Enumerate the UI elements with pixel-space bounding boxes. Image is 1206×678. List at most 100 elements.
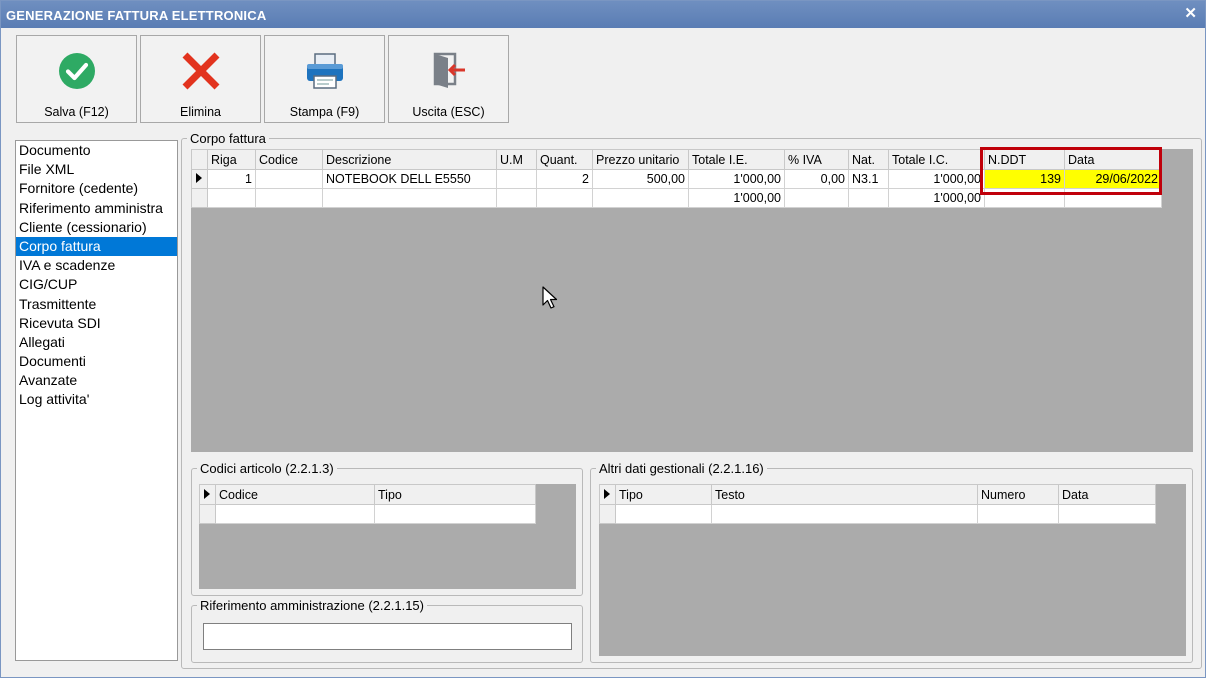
col-codice-articolo[interactable]: Codice [215, 484, 375, 505]
table-row[interactable]: 1 NOTEBOOK DELL E5550 2 500,00 1'000,00 … [191, 169, 1162, 189]
x-icon [182, 52, 219, 90]
col-tipo[interactable]: Tipo [615, 484, 712, 505]
altri-grid[interactable]: Tipo Testo Numero Data [599, 484, 1186, 656]
cell-totale-ic[interactable]: 1'000,00 [888, 169, 985, 189]
col-codice[interactable]: Codice [255, 149, 323, 170]
corpo-grid[interactable]: Riga Codice Descrizione U.M Quant. Prezz… [191, 149, 1193, 452]
col-n-ddt[interactable]: N.DDT [984, 149, 1065, 170]
corpo-header-row: Riga Codice Descrizione U.M Quant. Prezz… [191, 149, 1162, 170]
cell-data-gestionale[interactable] [1058, 504, 1156, 524]
empty-cell [1064, 188, 1162, 208]
col-numero[interactable]: Numero [977, 484, 1059, 505]
table-row[interactable] [199, 504, 536, 524]
altri-row-indicator [599, 484, 616, 505]
riferimento-amministrazione-legend: Riferimento amministrazione (2.2.1.15) [200, 598, 424, 613]
nav-item-cliente[interactable]: Cliente (cessionario) [16, 218, 177, 237]
check-circle-icon [58, 53, 95, 89]
print-button[interactable]: Stampa (F9) [264, 35, 385, 123]
nav-item-corpo-fattura[interactable]: Corpo fattura [16, 236, 177, 257]
exit-button[interactable]: Uscita (ESC) [388, 35, 509, 123]
col-tipo-articolo[interactable]: Tipo [374, 484, 536, 505]
delete-button-label: Elimina [180, 105, 221, 119]
nav-item-file-xml[interactable]: File XML [16, 160, 177, 179]
cell-numero[interactable] [977, 504, 1059, 524]
nav-item-documenti[interactable]: Documenti [16, 352, 177, 371]
cell-riga[interactable]: 1 [207, 169, 256, 189]
empty-cell [255, 188, 323, 208]
col-iva[interactable]: % IVA [784, 149, 849, 170]
altri-dati-legend: Altri dati gestionali (2.2.1.16) [599, 461, 764, 476]
row-indicator[interactable] [191, 169, 208, 189]
cell-quant[interactable]: 2 [536, 169, 593, 189]
codici-row-indicator [199, 484, 216, 505]
current-row-icon [196, 173, 202, 183]
cell-totale-ie[interactable]: 1'000,00 [688, 169, 785, 189]
nav-item-avanzate[interactable]: Avanzate [16, 371, 177, 390]
cell-testo[interactable] [711, 504, 978, 524]
col-riga[interactable]: Riga [207, 149, 256, 170]
total-ie-value: 1'000,00 [688, 188, 785, 208]
printer-icon [306, 53, 343, 89]
cell-codice[interactable] [255, 169, 323, 189]
nav-item-riferimento[interactable]: Riferimento amministra [16, 199, 177, 218]
nav-item-documento[interactable]: Documento [16, 141, 177, 160]
cell-tipo-articolo[interactable] [374, 504, 536, 524]
empty-cell [848, 188, 889, 208]
cell-iva[interactable]: 0,00 [784, 169, 849, 189]
section-list[interactable]: Documento File XML Fornitore (cedente) R… [15, 140, 178, 661]
col-testo[interactable]: Testo [711, 484, 978, 505]
col-nat[interactable]: Nat. [848, 149, 889, 170]
dialog-window: GENERAZIONE FATTURA ELETTRONICA ✕ Salva … [0, 0, 1206, 678]
riferimento-amministrazione-input[interactable] [203, 623, 572, 650]
codici-table[interactable]: Codice Tipo [199, 484, 536, 524]
exit-door-icon [433, 52, 465, 88]
empty-cell [592, 188, 689, 208]
nav-item-ricevuta-sdi[interactable]: Ricevuta SDI [16, 314, 177, 333]
totals-row-header [191, 188, 208, 208]
table-row[interactable] [599, 504, 1156, 524]
codici-articolo-legend: Codici articolo (2.2.1.3) [200, 461, 334, 476]
row-header [599, 504, 616, 524]
nav-item-iva-scadenze[interactable]: IVA e scadenze [16, 256, 177, 275]
nav-item-log-attivita[interactable]: Log attivita' [16, 390, 177, 409]
col-descrizione[interactable]: Descrizione [322, 149, 497, 170]
nav-item-allegati[interactable]: Allegati [16, 333, 177, 352]
row-header-corner [191, 149, 208, 170]
col-um[interactable]: U.M [496, 149, 537, 170]
cell-tipo[interactable] [615, 504, 712, 524]
nav-item-cig-cup[interactable]: CIG/CUP [16, 275, 177, 294]
nav-item-fornitore[interactable]: Fornitore (cedente) [16, 179, 177, 198]
col-totale-ic[interactable]: Totale I.C. [888, 149, 985, 170]
codici-grid[interactable]: Codice Tipo [199, 484, 576, 589]
current-row-icon [204, 488, 210, 499]
cell-um[interactable] [496, 169, 537, 189]
empty-cell [322, 188, 497, 208]
mouse-cursor-icon [542, 286, 558, 309]
exit-button-label: Uscita (ESC) [412, 105, 485, 119]
cell-nat[interactable]: N3.1 [848, 169, 889, 189]
delete-button[interactable]: Elimina [140, 35, 261, 123]
col-totale-ie[interactable]: Totale I.E. [688, 149, 785, 170]
totals-row: 1'000,00 1'000,00 [191, 188, 1162, 208]
cell-descrizione[interactable]: NOTEBOOK DELL E5550 [322, 169, 497, 189]
codici-header-row: Codice Tipo [199, 484, 536, 505]
save-button[interactable]: Salva (F12) [16, 35, 137, 123]
cell-prezzo[interactable]: 500,00 [592, 169, 689, 189]
col-quant[interactable]: Quant. [536, 149, 593, 170]
col-data-gestionale[interactable]: Data [1058, 484, 1156, 505]
close-icon[interactable]: ✕ [1184, 4, 1197, 22]
title-bar: GENERAZIONE FATTURA ELETTRONICA ✕ [1, 1, 1205, 28]
col-data[interactable]: Data [1064, 149, 1162, 170]
cell-data[interactable]: 29/06/2022 [1064, 169, 1162, 189]
empty-cell [984, 188, 1065, 208]
corpo-fattura-legend: Corpo fattura [190, 131, 266, 146]
empty-cell [536, 188, 593, 208]
corpo-table[interactable]: Riga Codice Descrizione U.M Quant. Prezz… [191, 149, 1162, 208]
nav-item-trasmittente[interactable]: Trasmittente [16, 295, 177, 314]
altri-table[interactable]: Tipo Testo Numero Data [599, 484, 1156, 524]
save-button-label: Salva (F12) [44, 105, 109, 119]
cell-n-ddt[interactable]: 139 [984, 169, 1065, 189]
cell-codice-articolo[interactable] [215, 504, 375, 524]
col-prezzo-unitario[interactable]: Prezzo unitario [592, 149, 689, 170]
empty-cell [496, 188, 537, 208]
